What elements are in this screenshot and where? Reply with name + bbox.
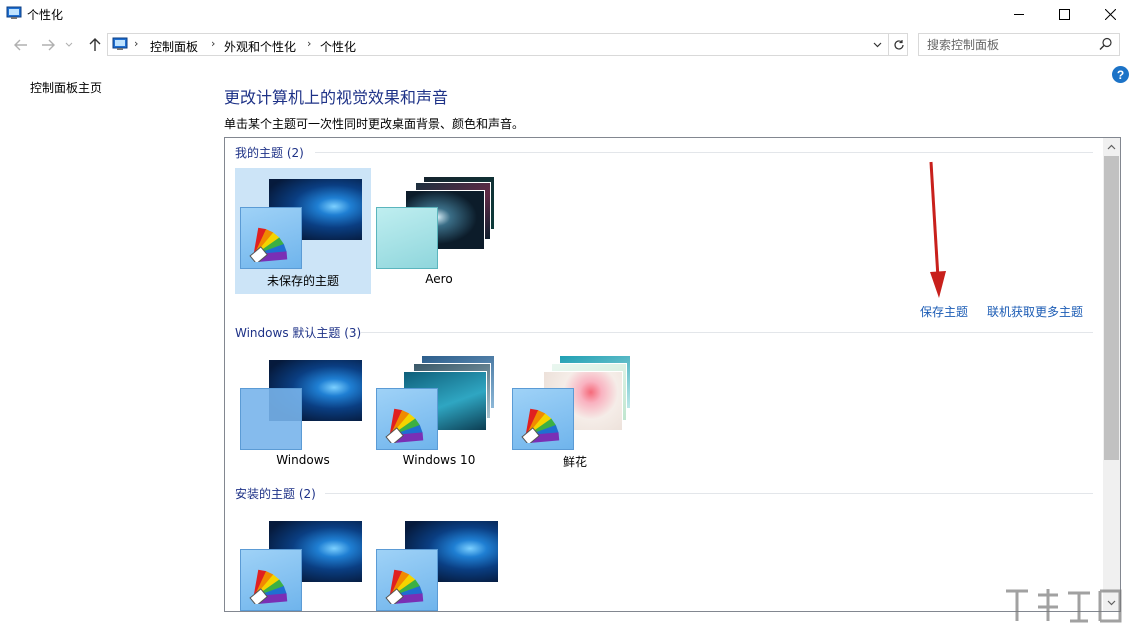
theme-windows[interactable]: Windows	[235, 349, 371, 475]
up-button[interactable]	[85, 36, 105, 54]
forward-arrow-icon	[42, 39, 55, 51]
breadcrumb-appearance[interactable]: 外观和个性化	[224, 38, 296, 55]
theme-label: Windows	[276, 453, 330, 467]
section-header-my-themes: 我的主题 (2)	[235, 144, 304, 161]
theme-flowers[interactable]: 鲜花	[507, 349, 643, 475]
address-history-button[interactable]	[867, 35, 887, 55]
control-panel-icon	[112, 37, 128, 50]
maximize-icon	[1058, 8, 1070, 20]
control-panel-home-link[interactable]: 控制面板主页	[30, 79, 102, 96]
color-swatch	[376, 207, 438, 269]
maximize-button[interactable]	[1041, 0, 1087, 28]
forward-button[interactable]	[38, 36, 58, 54]
search-box[interactable]	[918, 33, 1120, 56]
theme-list: 我的主题 (2) 未保存的主题 Aero 保存主题 联机获取更多主题 Windo…	[224, 137, 1121, 612]
refresh-button[interactable]	[888, 34, 908, 55]
help-icon[interactable]: ?	[1112, 66, 1129, 83]
page-description: 单击某个主题可一次性同时更改桌面背景、颜色和声音。	[224, 117, 525, 131]
window-title: 个性化	[27, 8, 64, 22]
color-swatch	[240, 388, 302, 450]
color-palette-icon	[249, 227, 288, 262]
back-arrow-icon	[14, 39, 27, 51]
search-input[interactable]	[927, 37, 1097, 53]
personalization-app-icon	[6, 6, 22, 19]
section-divider	[325, 493, 1093, 494]
minimize-button[interactable]	[996, 0, 1042, 28]
theme-installed-2[interactable]	[371, 510, 507, 611]
theme-label: 鲜花	[562, 455, 587, 469]
breadcrumb-control-panel[interactable]: 控制面板	[150, 38, 198, 55]
minimize-icon	[1013, 13, 1024, 15]
section-header-installed-themes: 安装的主题 (2)	[235, 485, 316, 502]
save-theme-link[interactable]: 保存主题	[920, 303, 968, 320]
theme-label: Windows 10	[402, 453, 476, 467]
color-palette-icon	[385, 569, 424, 604]
section-title: Windows 默认主题 (3)	[235, 326, 362, 340]
color-palette-icon	[249, 569, 288, 604]
breadcrumb-separator-icon: ›	[211, 37, 216, 50]
breadcrumb-separator-icon: ›	[307, 37, 312, 50]
annotation-arrow-icon	[929, 161, 946, 298]
close-button[interactable]	[1087, 0, 1133, 28]
theme-label: Aero	[425, 272, 453, 286]
navigation-bar: › 控制面板 › 外观和个性化 › 个性化	[0, 28, 1133, 62]
address-bar[interactable]: › 控制面板 › 外观和个性化 › 个性化	[107, 33, 908, 56]
vertical-scrollbar[interactable]	[1103, 138, 1120, 611]
get-more-themes-link[interactable]: 联机获取更多主题	[987, 303, 1083, 320]
theme-label: 未保存的主题	[266, 274, 339, 288]
site-watermark-logo	[1006, 589, 1122, 623]
chevron-down-icon	[65, 42, 73, 47]
breadcrumb-personalization[interactable]: 个性化	[320, 38, 356, 55]
close-icon	[1104, 8, 1116, 20]
title-bar: 个性化	[0, 0, 1133, 28]
section-divider	[315, 152, 1093, 153]
section-divider	[361, 332, 1093, 333]
color-palette-icon	[521, 408, 560, 443]
color-palette-icon	[385, 408, 424, 443]
search-icon[interactable]	[1099, 37, 1113, 51]
chevron-up-icon	[1107, 144, 1116, 149]
theme-unsaved[interactable]: 未保存的主题	[235, 168, 371, 294]
recent-locations-button[interactable]	[62, 36, 76, 54]
page-title: 更改计算机上的视觉效果和声音	[224, 88, 449, 107]
theme-installed-1[interactable]	[235, 510, 371, 611]
chevron-down-icon	[873, 42, 881, 48]
theme-aero[interactable]: Aero	[371, 168, 507, 294]
section-title: 我的主题 (2)	[235, 146, 304, 160]
up-arrow-icon	[89, 38, 101, 51]
scroll-up-button[interactable]	[1103, 138, 1120, 155]
breadcrumb-separator-icon: ›	[134, 37, 139, 50]
section-header-windows-default-themes: Windows 默认主题 (3)	[235, 324, 361, 341]
refresh-icon	[893, 39, 904, 50]
section-title: 安装的主题 (2)	[235, 487, 316, 501]
theme-windows-10[interactable]: Windows 10	[371, 349, 507, 475]
scrollbar-thumb[interactable]	[1104, 156, 1119, 460]
back-button[interactable]	[11, 36, 31, 54]
